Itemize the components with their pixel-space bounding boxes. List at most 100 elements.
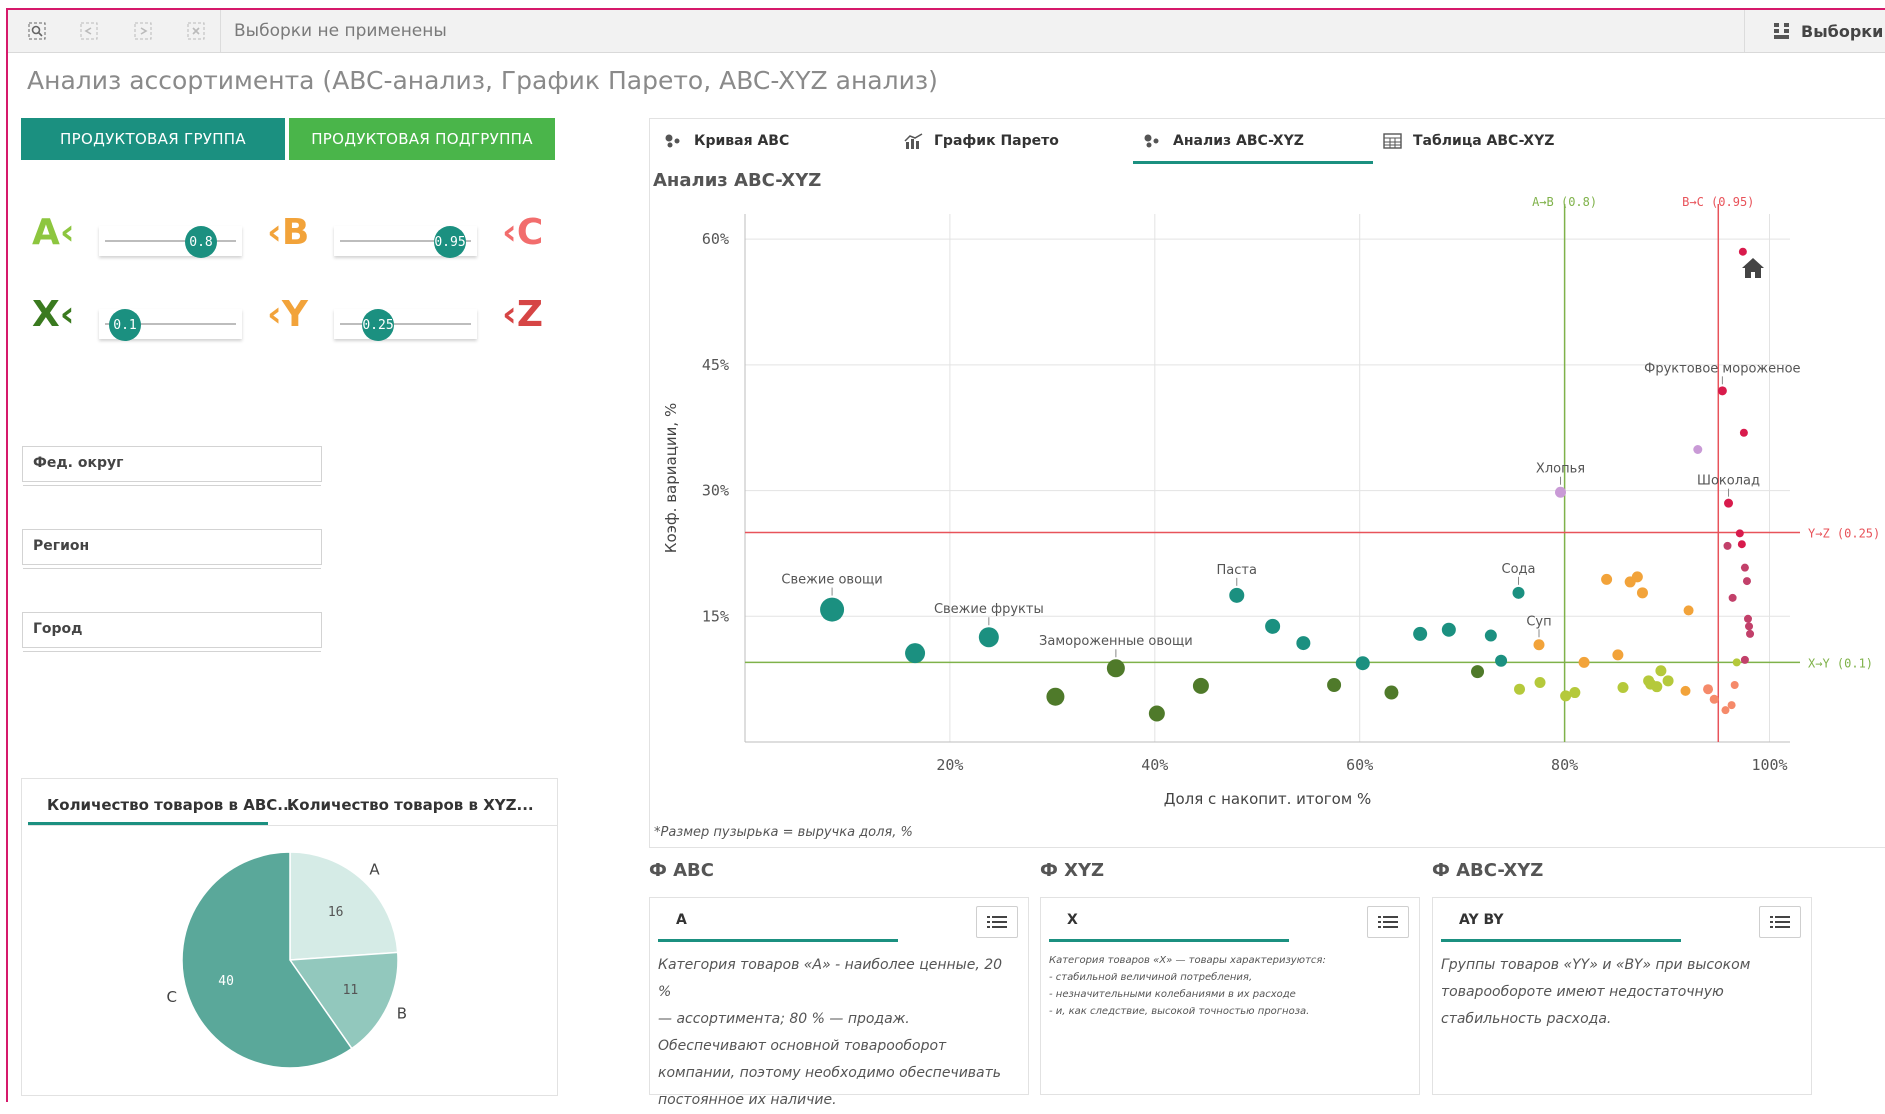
scatter-point[interactable] [1680,685,1691,696]
scatter-point[interactable] [1732,658,1741,667]
scatter-point[interactable] [1709,694,1719,704]
scatter-point[interactable] [1327,678,1342,693]
scatter-point[interactable] [1534,676,1546,688]
scatter-point[interactable] [1742,577,1751,586]
scatter-point[interactable] [1745,622,1754,631]
scatter-point[interactable] [1631,571,1643,583]
bc-slider-knob[interactable]: 0.95 [434,226,466,258]
scatter-point[interactable] [1703,684,1714,695]
tab-xyz-count[interactable]: Количество товаров в XYZ... [287,796,534,814]
bc-threshold-slider[interactable]: 0.95 [334,226,477,258]
tab-pareto[interactable]: График Парето [904,118,1059,164]
product-group-button[interactable]: ПРОДУКТОВАЯ ГРУППА [21,118,285,160]
selections-tool-button[interactable]: Выборки [1744,10,1885,52]
scatter-point[interactable] [1355,656,1370,671]
abc-description: Категория товаров «А» - наиболее ценные,… [658,952,1014,1114]
scatter-point[interactable] [1683,605,1694,616]
abcxyz-class-value[interactable]: AY BY [1459,912,1504,928]
reset-zoom-home-icon[interactable] [1740,256,1766,284]
scatter-point[interactable] [1740,655,1749,664]
scatter-point[interactable] [1148,705,1165,722]
yz-threshold-slider[interactable]: 0.25 [334,309,477,341]
scatter-point[interactable] [1727,701,1736,710]
scatter-point[interactable] [1612,649,1624,661]
scatter-point[interactable] [1636,587,1648,599]
abcxyz-underline [1441,939,1681,942]
tab-abc-curve[interactable]: Кривая ABC [664,118,789,164]
scatter-point[interactable] [1512,586,1525,599]
abc-list-menu-icon[interactable] [976,906,1018,938]
clear-selections-icon[interactable] [183,18,209,44]
scatter-point[interactable] [1723,541,1732,550]
scatter-point[interactable] [1555,486,1567,498]
scatter-point[interactable] [1721,706,1730,715]
district-filter[interactable]: Фед. округ [22,446,322,486]
scatter-point[interactable] [1728,593,1737,602]
scatter-point[interactable] [1662,675,1674,687]
abcxyz-list-menu-icon[interactable] [1759,906,1801,938]
scatter-point[interactable] [905,643,926,664]
scatter-point[interactable] [1441,622,1456,637]
step-back-icon[interactable] [76,18,102,44]
scatter-point[interactable] [1601,573,1613,585]
scatter-point[interactable] [1495,654,1508,667]
scatter-point[interactable] [1655,665,1667,677]
pie-value-label: 40 [218,974,234,989]
xyz-list-menu-icon[interactable] [1367,906,1409,938]
abc-class-value[interactable]: A [676,912,687,928]
scatter-point[interactable] [1106,659,1125,678]
xy-threshold-slider[interactable]: 0.1 [99,309,242,341]
scatter-point[interactable] [1046,687,1065,706]
ab-slider-knob[interactable]: 0.8 [185,226,217,258]
pie-category-label: A [369,860,380,878]
scatter-point[interactable] [1617,682,1629,694]
product-subgroup-button[interactable]: ПРОДУКТОВАЯ ПОДГРУППА [289,118,555,160]
scatter-point[interactable] [1384,685,1399,700]
scatter-point[interactable] [1578,656,1590,668]
tab-abc-xyz-table[interactable]: Таблица ABC-XYZ [1383,118,1554,164]
abc-xyz-scatter-chart[interactable]: 20% 40% 60% 80% 100% 15% 30% 45% 60% A→B (0.8) B→C… [650,196,1885,848]
scatter-point[interactable] [1739,428,1748,437]
tab-abc-count[interactable]: Количество товаров в ABC... [47,796,294,814]
scatter-point[interactable] [1229,587,1245,603]
scatter-point[interactable] [1724,498,1734,508]
reference-line-label: Y→Z (0.25) [1808,526,1880,540]
abcxyz-description-line: стабильность расхода. [1441,1011,1612,1027]
tab-abc-xyz[interactable]: Анализ ABC-XYZ [1143,118,1304,164]
scatter-point[interactable] [1484,629,1497,642]
scatter-point[interactable] [1737,540,1746,549]
yz-slider-knob[interactable]: 0.25 [362,309,394,341]
smart-search-icon[interactable] [24,18,50,44]
scatter-point[interactable] [1651,681,1663,693]
scatter-point[interactable] [1738,247,1747,256]
scatter-point[interactable] [1413,626,1428,641]
scatter-point[interactable] [1693,445,1703,455]
scatter-point[interactable] [1192,677,1209,694]
scatter-point[interactable] [1735,529,1744,538]
point-label: Свежие овощи [781,573,882,588]
scatter-point[interactable] [1471,665,1485,679]
scatter-point[interactable] [1730,681,1739,690]
scatter-point[interactable] [1743,614,1752,623]
scatter-point[interactable] [978,627,999,648]
region-filter[interactable]: Регион [22,529,322,569]
pie-slice[interactable] [289,851,399,961]
scatter-point[interactable] [1265,618,1281,634]
pie-value-label: 16 [328,905,344,920]
ab-threshold-slider[interactable]: 0.8 [99,226,242,258]
toolbar-separator [220,10,221,52]
scatter-point[interactable] [1296,636,1311,651]
step-forward-icon[interactable] [130,18,156,44]
scatter-point[interactable] [1569,687,1581,699]
scatter-point[interactable] [1533,639,1545,651]
abcxyz-description: Группы товаров «YY» и «BY» при высоком т… [1441,952,1797,1033]
scatter-point[interactable] [1740,563,1749,572]
scatter-point[interactable] [1717,386,1727,396]
tab-abc-curve-label: Кривая ABC [694,133,790,149]
scatter-point[interactable] [820,597,845,622]
city-filter[interactable]: Город [22,612,322,652]
scatter-point[interactable] [1514,683,1526,695]
xyz-class-value[interactable]: X [1067,912,1078,928]
xy-slider-knob[interactable]: 0.1 [109,309,141,341]
scatter-point[interactable] [1746,629,1755,638]
